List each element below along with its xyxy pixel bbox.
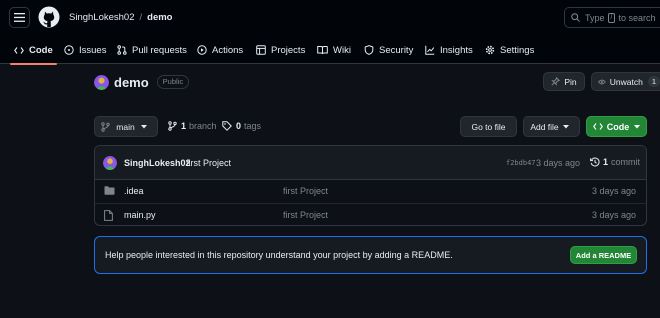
history-icon (590, 157, 600, 167)
go-to-file-button[interactable]: Go to file (460, 116, 517, 137)
branch-count-label: branch (189, 121, 217, 131)
code-button[interactable]: Code (586, 116, 647, 137)
branch-count: 1 (181, 121, 187, 131)
file-age: 3 days ago (591, 186, 636, 196)
repo-owner-avatar[interactable] (94, 74, 109, 90)
tab-code-label: Code (29, 44, 53, 56)
issue-icon (64, 45, 74, 55)
tab-settings[interactable]: Settings (485, 36, 534, 64)
commit-author[interactable]: SinghLokesh02 (124, 158, 191, 168)
tab-settings-label: Settings (500, 44, 535, 56)
eye-icon (598, 79, 606, 84)
search-icon (571, 13, 580, 22)
tab-wiki-label: Wiki (333, 44, 351, 56)
book-icon (317, 46, 328, 55)
branch-select-button[interactable]: main (94, 116, 158, 137)
tag-icon (222, 121, 232, 131)
tab-issues[interactable]: Issues (64, 36, 106, 64)
tab-insights-label: Insights (440, 44, 473, 56)
breadcrumb-separator: / (139, 12, 143, 23)
commit-count-label: commit (611, 157, 641, 167)
breadcrumb-owner[interactable]: SinghLokesh02 (69, 12, 135, 23)
search-shortcut-key: / (607, 12, 616, 23)
repo-name[interactable]: demo (114, 75, 149, 90)
code-icon (14, 46, 24, 54)
pin-label: Pin (564, 76, 577, 87)
tab-issues-label: Issues (79, 44, 107, 56)
go-to-file-label: Go to file (471, 121, 506, 132)
tab-wiki[interactable]: Wiki (317, 36, 351, 64)
file-commit-message[interactable]: first Project (283, 210, 328, 220)
readme-prompt: Help people interested in this repositor… (94, 236, 647, 274)
commit-count: 1 (603, 157, 609, 167)
github-logo-icon[interactable] (38, 6, 60, 28)
branch-icon (168, 121, 177, 131)
tab-projects[interactable]: Projects (256, 36, 305, 64)
commit-author-avatar[interactable] (103, 156, 117, 170)
latest-commit-row: SinghLokesh02 first Project f2bdb47 3 da… (95, 146, 646, 180)
readme-prompt-message: Help people interested in this repositor… (105, 250, 453, 260)
hamburger-icon (14, 13, 25, 22)
tab-security[interactable]: Security (364, 36, 413, 64)
code-icon (592, 123, 603, 130)
file-row[interactable]: main.py first Project 3 days ago (95, 203, 646, 225)
tab-code[interactable]: Code (10, 36, 57, 65)
folder-icon (104, 186, 115, 195)
unwatch-label: Unwatch (609, 76, 643, 87)
branch-icon (101, 121, 110, 132)
search-input[interactable]: Type / to search (564, 7, 660, 28)
file-age: 3 days ago (591, 210, 636, 220)
branches-link[interactable]: 1 branch (168, 121, 217, 131)
tab-actions[interactable]: Actions (197, 36, 243, 64)
file-name[interactable]: main.py (124, 210, 156, 220)
tab-projects-label: Projects (271, 44, 306, 56)
tab-insights[interactable]: Insights (425, 36, 473, 64)
file-icon (104, 210, 113, 221)
file-commit-message[interactable]: first Project (283, 186, 328, 196)
pin-button[interactable]: Pin (543, 72, 585, 91)
pin-icon (551, 77, 561, 86)
tag-count: 0 (236, 121, 242, 131)
gear-icon (485, 45, 495, 55)
tab-pull-requests-label: Pull requests (132, 44, 187, 56)
tag-count-label: tags (244, 121, 262, 131)
tab-pull-requests[interactable]: Pull requests (117, 36, 187, 64)
file-browser: SinghLokesh02 first Project f2bdb47 3 da… (94, 145, 647, 226)
breadcrumb: SinghLokesh02 / demo (69, 12, 172, 23)
shield-icon (364, 45, 374, 55)
tab-actions-label: Actions (212, 44, 244, 56)
app-header: SinghLokesh02/demo Type / to search Code I… (0, 0, 660, 65)
caret-down-icon (634, 124, 641, 128)
search-prefix: Type (585, 12, 605, 23)
commit-hash[interactable]: f2bdb47 (506, 159, 536, 167)
caret-down-icon (562, 124, 569, 128)
add-file-label: Add file (530, 121, 559, 132)
file-row[interactable]: .idea first Project 3 days ago (95, 180, 646, 203)
pull-request-icon (117, 45, 127, 55)
tab-security-label: Security (379, 44, 414, 56)
table-icon (256, 45, 266, 55)
play-icon (197, 45, 207, 55)
caret-down-icon (140, 124, 147, 128)
commit-history-link[interactable]: 1 commit (590, 157, 640, 167)
repo-heading: demo Public (94, 72, 190, 92)
add-readme-button[interactable]: Add a README (570, 246, 637, 264)
repo-tabs: Code Issues Pull requests Actions Projec… (0, 36, 660, 65)
menu-button[interactable] (9, 7, 30, 28)
watch-count-badge: 1 (647, 76, 660, 87)
breadcrumb-repo[interactable]: demo (147, 12, 172, 23)
graph-icon (425, 45, 435, 55)
unwatch-button[interactable]: Unwatch 1 (591, 72, 660, 91)
commit-age: 3 days ago (536, 158, 581, 168)
code-button-label: Code (606, 121, 630, 132)
file-name[interactable]: .idea (124, 186, 144, 196)
visibility-badge: Public (156, 75, 190, 89)
search-suffix: to search (618, 12, 656, 23)
add-file-button[interactable]: Add file (523, 116, 580, 137)
tags-link[interactable]: 0 tags (222, 121, 261, 131)
add-readme-label: Add a README (575, 250, 632, 260)
branch-name: main (116, 121, 135, 132)
commit-message[interactable]: first Project (186, 158, 231, 168)
